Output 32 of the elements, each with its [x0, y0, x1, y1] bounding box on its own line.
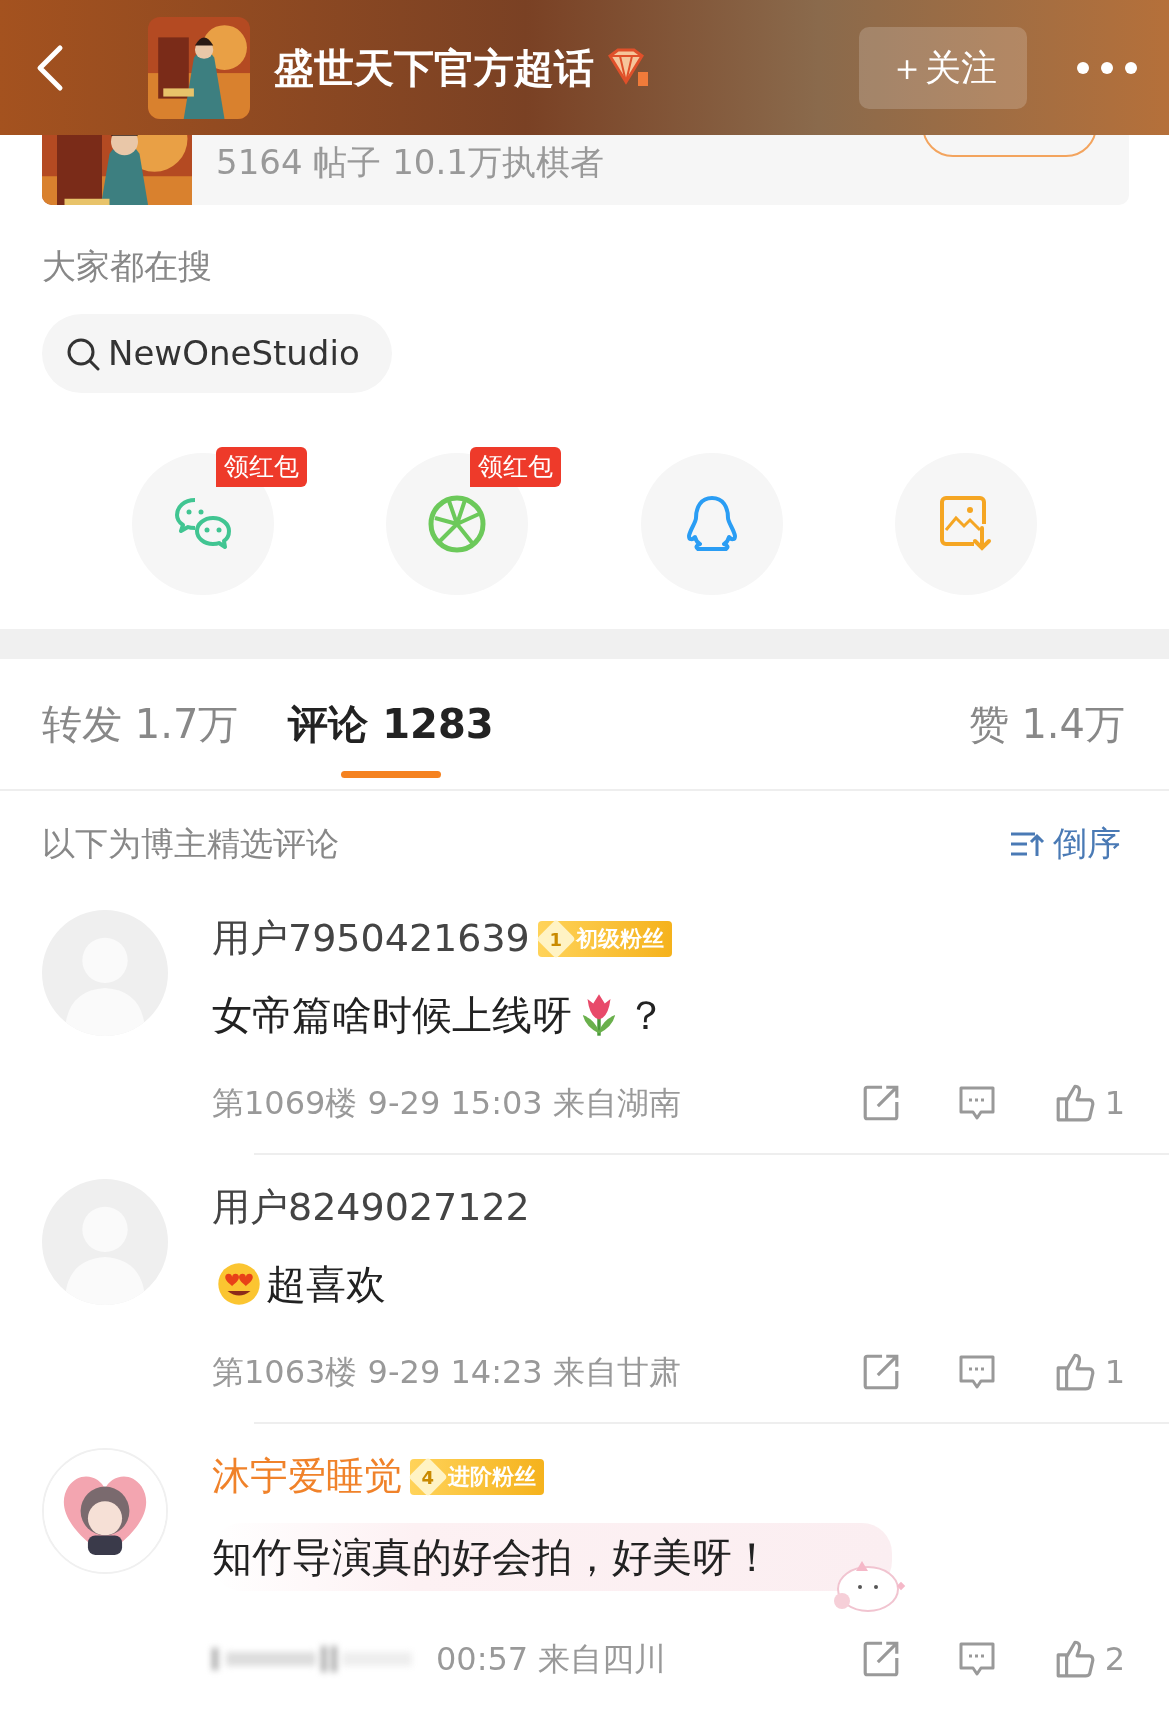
topic-stats: 5164 帖子 10.1万执棋者: [216, 140, 604, 184]
sort-button[interactable]: 倒序: [1003, 817, 1127, 870]
user-name[interactable]: 用户7950421639: [212, 910, 530, 967]
comment-meta: 第1063楼 9-29 14:23 来自甘肃: [212, 1352, 681, 1393]
more-icon[interactable]: [1075, 59, 1139, 76]
fan-badge: 4 进阶粉丝: [410, 1458, 544, 1495]
comments-note: 以下为博主精选评论: [42, 822, 339, 865]
user-name[interactable]: 沐宇爱睡觉: [212, 1448, 402, 1505]
comment-meta: 00:57 来自四川: [436, 1639, 667, 1680]
section-heading: 大家都在搜: [42, 245, 213, 288]
comment-text: 知竹导演真的好会拍，好美呀！: [212, 1533, 772, 1582]
diamond-icon: [606, 47, 650, 88]
comment-text: 超喜欢: [212, 1254, 386, 1314]
like-button[interactable]: 1: [1052, 1348, 1125, 1396]
search-chip[interactable]: NewOneStudio: [42, 314, 392, 393]
comment-text: 女帝篇啥时候上线呀 ？: [212, 991, 666, 1040]
search-icon: [66, 336, 100, 371]
tab[interactable]: 赞 1.4万: [968, 694, 1125, 754]
aperture-icon: [427, 494, 488, 554]
tab[interactable]: 评论 1283: [288, 694, 494, 754]
reward-badge: 领红包: [216, 447, 308, 487]
like-button[interactable]: 1: [1052, 1079, 1125, 1127]
tab[interactable]: 转发 1.7万: [42, 694, 239, 754]
heart-eyes-icon: [216, 1261, 262, 1307]
like-button[interactable]: 2: [1052, 1635, 1125, 1683]
topic-title: 盛世天下官方超话: [274, 43, 594, 93]
fan-badge: 1 初级粉丝: [537, 920, 672, 957]
comment-meta: 第1069楼 9-29 15:03 来自湖南: [212, 1083, 681, 1124]
follow-button[interactable]: ＋关注: [859, 26, 1027, 109]
user-avatar[interactable]: [42, 1448, 168, 1574]
reward-badge: 领红包: [470, 447, 562, 487]
user-name[interactable]: 用户8249027122: [212, 1179, 530, 1236]
